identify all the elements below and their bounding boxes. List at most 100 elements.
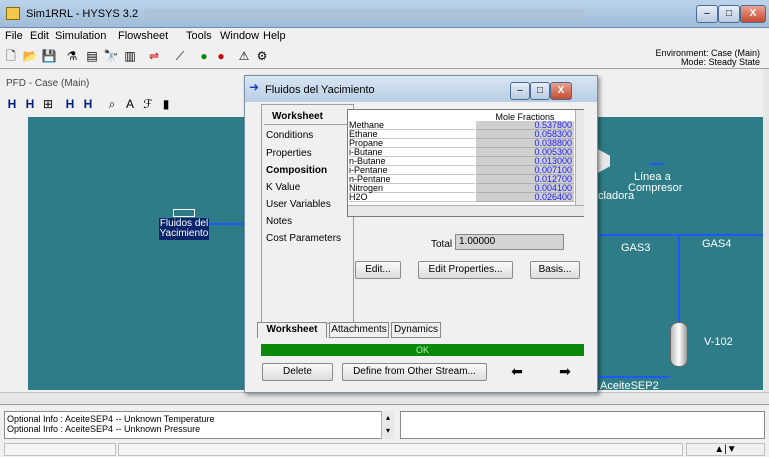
break-connection-icon[interactable]: H bbox=[22, 96, 38, 112]
menu-tools[interactable]: Tools bbox=[186, 30, 212, 42]
solver-status-icon[interactable]: ▲|▼ bbox=[686, 443, 765, 456]
nav-worksheet-header: Worksheet bbox=[272, 111, 323, 122]
status-bar: Optional Info : AceiteSEP4 -- Unknown Te… bbox=[0, 404, 769, 457]
menu-window[interactable]: Window bbox=[220, 30, 259, 42]
zoom-all-icon[interactable]: ⊞ bbox=[40, 96, 56, 112]
solver-hold-icon[interactable]: ● bbox=[213, 48, 229, 64]
menu-help[interactable]: Help bbox=[263, 30, 286, 42]
menu-edit[interactable]: Edit bbox=[30, 30, 49, 42]
auto-position-icon[interactable]: H bbox=[80, 96, 96, 112]
edit-button[interactable]: Edit... bbox=[355, 261, 401, 279]
warning-icon[interactable]: ⚠ bbox=[236, 48, 252, 64]
workbook-icon[interactable]: ▤ bbox=[84, 48, 100, 64]
maximize-button[interactable]: □ bbox=[718, 5, 740, 23]
tab-dynamics[interactable]: Dynamics bbox=[391, 322, 441, 338]
color-scheme-icon[interactable]: ℱ bbox=[140, 96, 156, 112]
total-field: 1.00000 bbox=[455, 234, 564, 250]
environment-info: Environment: Case (Main) Mode: Steady St… bbox=[600, 49, 760, 67]
previous-stream-arrow-icon[interactable]: ⬅ bbox=[497, 363, 537, 381]
dialog-close-button[interactable]: X bbox=[550, 82, 572, 100]
save-icon[interactable]: 💾 bbox=[41, 48, 57, 64]
vertical-scrollbar[interactable] bbox=[763, 69, 769, 392]
close-button[interactable]: X bbox=[740, 5, 766, 23]
menu-file[interactable]: File bbox=[5, 30, 23, 42]
tab-attachments[interactable]: Attachments bbox=[329, 322, 389, 338]
optional-info-line2: Optional Info : AceiteSEP4 -- Unknown Pr… bbox=[7, 424, 201, 434]
horizontal-scrollbar[interactable] bbox=[0, 392, 769, 404]
solver-go-icon[interactable]: ● bbox=[196, 48, 212, 64]
size-mode-icon[interactable]: H bbox=[4, 96, 20, 112]
info-scrollbar[interactable]: ▴ ▾ bbox=[381, 411, 394, 439]
component-name: H2O bbox=[349, 193, 475, 202]
stream-label-fluidos[interactable]: Fluidos del Yacimiento bbox=[159, 218, 209, 240]
nav-notes[interactable]: Notes bbox=[266, 216, 292, 227]
menu-flowsheet[interactable]: Flowsheet bbox=[118, 30, 168, 42]
component-value[interactable]: 0.026400 bbox=[476, 193, 574, 202]
label-linea-line2: Compresor bbox=[628, 182, 683, 194]
stream-line-linea bbox=[650, 163, 664, 165]
secondary-info-box bbox=[400, 411, 765, 439]
delete-button[interactable]: Delete bbox=[262, 363, 333, 381]
grid-horizontal-scrollbar[interactable] bbox=[348, 205, 584, 216]
pfd-title: PFD - Case (Main) bbox=[6, 78, 90, 89]
stream-arrow-icon: ➜ bbox=[249, 80, 260, 94]
inner-title-bar: – □ X bbox=[510, 82, 590, 100]
menu-simulation[interactable]: Simulation bbox=[55, 30, 106, 42]
status-ok-bar: OK bbox=[261, 344, 584, 356]
grid-vertical-scrollbar[interactable] bbox=[575, 110, 584, 205]
text-tool-icon[interactable]: A bbox=[122, 96, 138, 112]
app-title: Sim1RRL - HYSYS 3.2 bbox=[26, 8, 139, 20]
dialog-title: Fluidos del Yacimiento bbox=[265, 84, 375, 96]
status-panel bbox=[4, 443, 116, 456]
stream-icon[interactable]: ⟋ bbox=[172, 48, 188, 64]
nav-cost-parameters[interactable]: Cost Parameters bbox=[266, 233, 341, 244]
dialog-minimize-button[interactable]: – bbox=[510, 82, 530, 100]
dynamics-icon[interactable]: ⚙ bbox=[254, 48, 270, 64]
open-folder-icon[interactable]: 📂 bbox=[22, 48, 38, 64]
optional-info-line1: Optional Info : AceiteSEP4 -- Unknown Te… bbox=[7, 414, 215, 424]
component-name: Nitrogen bbox=[349, 184, 475, 193]
nav-k-value[interactable]: K Value bbox=[266, 182, 300, 193]
next-stream-arrow-icon[interactable]: ➡ bbox=[545, 363, 585, 381]
label-aceite: AceiteSEP2 bbox=[600, 380, 659, 392]
nav-user-variables[interactable]: User Variables bbox=[266, 199, 331, 210]
total-value: 1.00000 bbox=[459, 236, 496, 247]
stream-line-fluidos bbox=[209, 223, 244, 225]
basis-button[interactable]: Basis... bbox=[530, 261, 580, 279]
mode-label: Mode: Steady State bbox=[680, 57, 760, 67]
palette-icon[interactable]: ▥ bbox=[122, 48, 138, 64]
components-icon[interactable]: ⚗ bbox=[64, 48, 80, 64]
edit-properties-button[interactable]: Edit Properties... bbox=[418, 261, 513, 279]
dialog-maximize-button[interactable]: □ bbox=[530, 82, 550, 100]
print-icon[interactable]: ▮ bbox=[158, 96, 174, 112]
pfd-toolbar: H H ⊞ H H ⌕ A ℱ ▮ bbox=[4, 93, 254, 111]
nav-divider bbox=[264, 124, 352, 125]
compressor-shape[interactable] bbox=[596, 148, 610, 174]
stream-label-fluidos-line2: Yacimiento bbox=[159, 228, 209, 239]
total-label: Total bbox=[431, 239, 453, 250]
nav-conditions[interactable]: Conditions bbox=[266, 130, 313, 141]
define-from-stream-button[interactable]: Define from Other Stream... bbox=[342, 363, 487, 381]
worksheet-nav: Worksheet Conditions Properties Composit… bbox=[261, 104, 354, 324]
layout-icon[interactable]: H bbox=[62, 96, 78, 112]
nav-properties[interactable]: Properties bbox=[266, 148, 312, 159]
stream-dialog: ➜ Fluidos del Yacimiento – □ X Worksheet… bbox=[244, 75, 598, 393]
find-icon[interactable]: 🔭 bbox=[103, 48, 119, 64]
label-linea: Línea a Compresor bbox=[628, 172, 682, 194]
nav-composition[interactable]: Composition bbox=[266, 165, 327, 176]
status-panel-wide bbox=[118, 443, 683, 456]
status-ok-text: OK bbox=[415, 345, 429, 355]
app-icon bbox=[6, 7, 20, 20]
minimize-button[interactable]: – bbox=[696, 5, 718, 23]
vessel-v102[interactable] bbox=[670, 322, 688, 367]
pfd-icon[interactable]: ⇌ bbox=[146, 48, 162, 64]
zoom-icon[interactable]: ⌕ bbox=[104, 96, 120, 112]
stream-line-aceite bbox=[598, 376, 670, 378]
tab-worksheet[interactable]: Worksheet bbox=[257, 322, 327, 338]
new-file-icon[interactable]: 🗋 bbox=[3, 48, 19, 64]
composition-grid[interactable]: Mole Fractions Methane 0.537800 Ethane 0… bbox=[347, 109, 584, 217]
stream-box-fluidos[interactable] bbox=[173, 209, 195, 217]
title-bar: Sim1RRL - HYSYS 3.2 – □ X bbox=[0, 0, 769, 28]
label-gas3: GAS3 bbox=[621, 242, 651, 254]
label-v102: V-102 bbox=[704, 336, 733, 348]
